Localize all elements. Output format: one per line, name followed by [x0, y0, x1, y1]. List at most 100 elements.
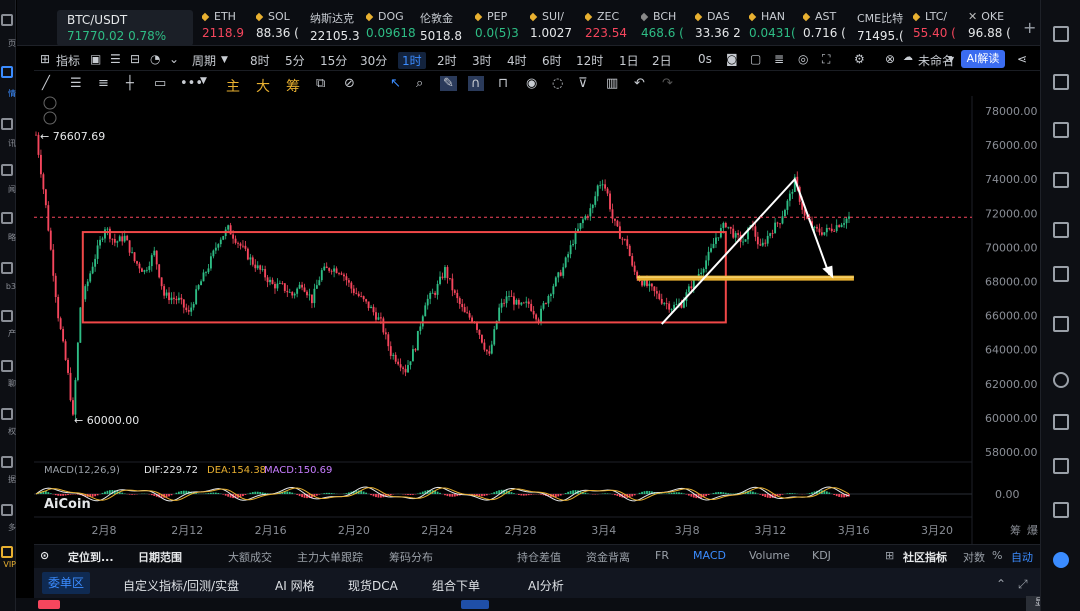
pen-icon[interactable]: ✎ — [440, 76, 457, 91]
expand-panel-icon[interactable]: ⤢ — [1018, 577, 1028, 592]
magnet-icon[interactable]: ⊗ — [885, 52, 895, 66]
ticker-zec[interactable]: ZEC 223.54 — [585, 10, 639, 46]
eye-slash-icon[interactable]: ◌ — [552, 76, 563, 91]
tab-kdj[interactable]: KDJ — [812, 549, 831, 562]
compare-tool-icon[interactable]: ⧉ — [316, 76, 325, 91]
calculator-icon[interactable] — [1053, 222, 1069, 238]
document-icon[interactable] — [1053, 74, 1069, 90]
tab-large-trades[interactable]: 大额成交 — [228, 549, 272, 565]
chips-tool[interactable]: 筹 — [286, 76, 300, 96]
interval-1h[interactable]: 1时 — [398, 52, 426, 69]
interval-12h[interactable]: 12时 — [576, 52, 603, 69]
ticker-dash[interactable]: DAS 33.36 2 — [695, 10, 747, 46]
share-icon[interactable]: ⋖ — [1017, 52, 1027, 66]
template-icon[interactable]: ▣ — [90, 52, 101, 66]
tab-oi-diff[interactable]: 持仓差值 — [517, 549, 561, 565]
interval-3h[interactable]: 3时 — [472, 52, 492, 69]
percent-toggle[interactable]: % — [992, 549, 1002, 562]
ticker-btc[interactable]: BTC/USDT 71770.02 0.78% — [57, 10, 193, 46]
date-range-button[interactable]: 日期范围 — [138, 549, 182, 565]
indicator-icon[interactable]: ⊞ — [40, 52, 50, 66]
community-indicators-button[interactable]: 社区指标 — [903, 549, 947, 565]
sidebar-item-chat[interactable]: 聊 — [0, 354, 16, 398]
tab-spot-dca[interactable]: 现货DCA — [348, 577, 398, 594]
price-chart[interactable]: 78000.00 76000.00 74000.00 72000.00 70000.00… — [34, 96, 1040, 544]
horizontal-lines-icon[interactable]: ☰ — [70, 76, 82, 91]
tab-main-orders[interactable]: 主力大单跟踪 — [297, 549, 363, 565]
interval-4h[interactable]: 4时 — [507, 52, 527, 69]
tab-macd[interactable]: MACD — [693, 549, 726, 562]
sidebar-item-data[interactable]: 据 — [0, 450, 16, 494]
indicator-button[interactable]: 指标 — [56, 52, 80, 69]
sidebar-item-news[interactable]: 讯 — [0, 112, 16, 156]
magnet-snap-icon[interactable]: ∩ — [468, 76, 484, 91]
ticker-ltc[interactable]: LTC/55.40 ( — [913, 10, 965, 46]
eye-icon[interactable]: ◉ — [526, 76, 537, 91]
settings-icon[interactable]: ⚙ — [854, 52, 865, 66]
auto-scale-toggle[interactable]: 自动 — [1011, 549, 1033, 565]
trendline-icon[interactable]: ╱ — [42, 76, 50, 91]
tab-divergence[interactable]: 资金背离 — [586, 549, 630, 565]
fullscreen-icon[interactable]: ⛶ — [822, 52, 830, 67]
interval-6h[interactable]: 6时 — [542, 52, 562, 69]
ticker-cme[interactable]: CME比特 71495.( — [857, 10, 911, 46]
measure-icon[interactable]: ⊘ — [344, 76, 355, 91]
tab-chips[interactable]: 筹码分布 — [389, 549, 433, 565]
ai-interpret-button[interactable]: AI解读 — [961, 50, 1005, 68]
sidebar-item-flash[interactable]: 闻 — [0, 158, 16, 202]
sidebar-item-strategy[interactable]: 略 — [0, 206, 16, 250]
book-icon[interactable] — [1053, 414, 1069, 430]
interval-8h[interactable]: 8时 — [250, 52, 270, 69]
tab-combo-order[interactable]: 组合下单 — [432, 577, 480, 594]
interval-30m[interactable]: 30分 — [360, 52, 387, 69]
sidebar-item-assets[interactable]: 产 — [0, 304, 16, 348]
screenshot-icon[interactable]: ▢ — [750, 52, 761, 66]
filter-icon[interactable]: ⊽ — [578, 76, 588, 91]
main-force-tool[interactable]: 主 — [226, 76, 240, 96]
sidebar-item-more[interactable]: 多 — [0, 498, 16, 542]
tab-ai-grid[interactable]: AI 网格 — [275, 577, 315, 594]
ticker-okb[interactable]: ✕ OKE 96.88 ( — [968, 10, 1018, 46]
hline-icon[interactable]: ┼ — [126, 76, 134, 91]
tab-fr[interactable]: FR — [655, 549, 669, 562]
ticker-han[interactable]: HAN 0.0431( — [749, 10, 801, 46]
snapshot-icon[interactable]: ◎ — [798, 52, 808, 66]
collapse-icon[interactable]: ⌄ — [169, 52, 179, 66]
tab-order-area[interactable]: 委单区 — [42, 572, 91, 594]
locate-button[interactable]: 定位到... — [68, 549, 114, 565]
parallel-lines-icon[interactable]: ≡ — [98, 76, 109, 91]
camera-icon[interactable]: ◙ — [726, 52, 738, 66]
ticker-sui[interactable]: SUI/1.0027 — [530, 10, 582, 46]
big-order-tool[interactable]: 大 — [256, 76, 270, 96]
switch-icon[interactable] — [1053, 372, 1069, 388]
ticker-ast[interactable]: AST 0.716 ( — [803, 10, 855, 46]
ticker-gold[interactable]: 伦敦金 5018.8 — [420, 10, 472, 46]
card-icon[interactable] — [1053, 266, 1069, 282]
grid-icon[interactable]: ⊟ — [130, 52, 140, 66]
sidebar-item-web3[interactable]: b3 — [0, 256, 16, 300]
refresh-icon[interactable] — [1053, 316, 1069, 332]
log-scale-toggle[interactable]: 对数 — [963, 549, 985, 565]
draw-list-icon[interactable]: ≣ — [774, 52, 784, 66]
lock-icon[interactable]: ⊓ — [498, 76, 508, 91]
layers-icon[interactable]: ☰ — [110, 52, 121, 66]
interval-2h[interactable]: 2时 — [437, 52, 457, 69]
interval-2d[interactable]: 2日 — [652, 52, 672, 69]
tab-ai-analysis[interactable]: AI分析 — [528, 577, 564, 594]
period-button[interactable]: 周期 — [192, 52, 216, 69]
ticker-sol[interactable]: SOL 88.36 ( — [256, 10, 308, 46]
dollar-icon[interactable] — [1053, 122, 1069, 138]
ticker-eth[interactable]: ETH 2118.9 — [202, 10, 256, 46]
ticker-doge[interactable]: DOG 0.09618 — [366, 10, 418, 46]
interval-1d[interactable]: 1日 — [619, 52, 639, 69]
collapse-panel-icon[interactable]: ⌃ — [996, 577, 1006, 591]
sidebar-item-market[interactable]: 情 — [0, 60, 16, 104]
rectangle-icon[interactable]: ▭ — [154, 76, 166, 91]
undo-icon[interactable]: ↶ — [634, 76, 645, 91]
panel-icon[interactable] — [1053, 458, 1069, 474]
ticker-bch[interactable]: BCH 468.6 ( — [641, 10, 693, 46]
assistant-icon[interactable] — [1053, 552, 1069, 568]
interval-0s[interactable]: 0s — [698, 52, 712, 66]
sidebar-item-rights[interactable]: 权 — [0, 402, 16, 446]
ruler-icon[interactable]: ⌕ — [416, 76, 423, 91]
